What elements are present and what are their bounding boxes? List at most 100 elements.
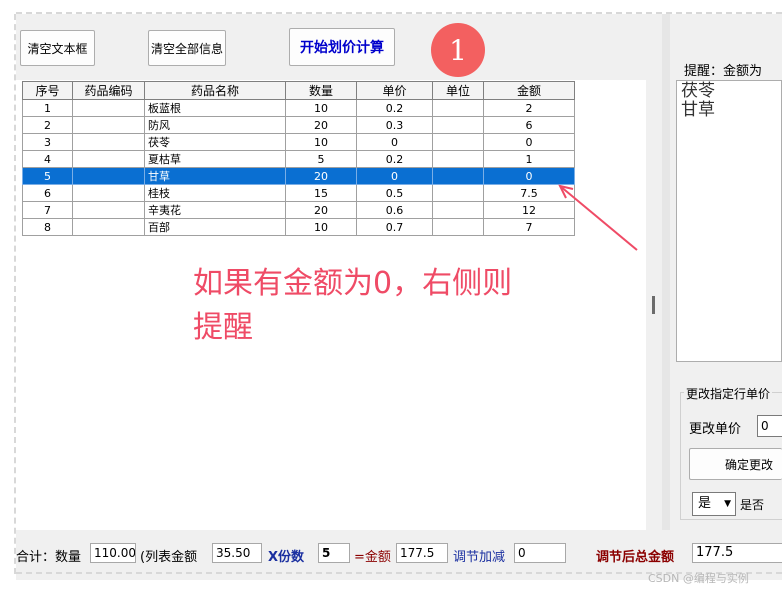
table-cell[interactable]: 桂枝 [144,184,286,202]
column-header[interactable]: 序号 [22,81,73,100]
grid-header-row: 序号 药品编码 药品名称 数量 单价 单位 金额 [22,81,575,100]
table-cell[interactable] [72,133,145,151]
panel-splitter[interactable] [662,14,670,530]
table-cell[interactable] [72,184,145,202]
yes-no-select[interactable]: 是 ▼ [692,492,736,516]
table-row[interactable]: 5 甘草 20 0 0 [22,167,575,185]
table-cell[interactable] [432,184,484,202]
table-cell[interactable]: 20 [285,167,357,185]
table-cell[interactable]: 0.2 [356,99,433,117]
table-cell[interactable]: 辛夷花 [144,201,286,219]
final-amount-field[interactable]: 177.5 [692,543,782,563]
table-cell[interactable]: 20 [285,116,357,134]
checkbox-label: 是否 [740,498,765,512]
table-cell[interactable]: 10 [285,218,357,236]
chevron-down-icon: ▼ [724,499,731,509]
column-header[interactable]: 药品编码 [72,81,145,100]
table-cell[interactable] [432,201,484,219]
table-cell[interactable] [432,133,484,151]
table-cell[interactable] [72,201,145,219]
table-cell[interactable]: 0.2 [356,150,433,168]
column-header[interactable]: 单位 [432,81,484,100]
change-price-label: 更改单价 [689,422,742,437]
table-cell[interactable] [72,167,145,185]
remind-textbox[interactable] [676,80,782,362]
splitter-grip[interactable] [652,296,655,314]
table-cell[interactable]: 7 [22,201,73,219]
remind-line: 茯苓 [681,81,715,101]
column-header[interactable]: 单价 [356,81,433,100]
table-cell[interactable]: 0.5 [356,184,433,202]
table-cell[interactable] [432,99,484,117]
copies-field[interactable]: 5 [318,543,350,563]
amount-label: =金额 [354,550,391,565]
table-cell[interactable]: 5 [285,150,357,168]
table-cell[interactable] [72,218,145,236]
table-cell[interactable]: 6 [483,116,575,134]
table-cell[interactable]: 0 [483,167,575,185]
table-cell[interactable]: 防风 [144,116,286,134]
table-row[interactable]: 2 防风 20 0.3 6 [22,116,575,134]
table-row[interactable]: 6 桂枝 15 0.5 7.5 [22,184,575,202]
table-cell[interactable]: 6 [22,184,73,202]
table-cell[interactable]: 百部 [144,218,286,236]
table-cell[interactable]: 1 [483,150,575,168]
column-header[interactable]: 数量 [285,81,357,100]
table-row[interactable]: 7 辛夷花 20 0.6 12 [22,201,575,219]
table-cell[interactable]: 3 [22,133,73,151]
table-cell[interactable]: 2 [22,116,73,134]
confirm-change-button[interactable]: 确定更改 [689,448,782,480]
table-cell[interactable]: 20 [285,201,357,219]
remind-content: 茯苓 甘草 [681,82,715,120]
list-amount-field[interactable]: 35.50 [212,543,262,563]
table-row[interactable]: 3 茯苓 10 0 0 [22,133,575,151]
amount-field[interactable]: 177.5 [396,543,448,563]
qty-field[interactable]: 110.00 [90,543,136,563]
adjust-label: 调节加减 [453,550,506,565]
table-cell[interactable] [432,150,484,168]
table-cell[interactable]: 0 [356,167,433,185]
table-cell[interactable] [72,99,145,117]
remind-label: 提醒：金额为 [684,64,763,79]
table-cell[interactable]: 甘草 [144,167,286,185]
table-cell[interactable]: 2 [483,99,575,117]
start-calc-button[interactable]: 开始划价计算 [289,28,395,66]
table-cell[interactable] [432,167,484,185]
table-cell[interactable]: 夏枯草 [144,150,286,168]
step-badge: 1 [431,23,485,77]
change-price-group-title: 更改指定行单价 [684,385,773,402]
table-cell[interactable]: 0.7 [356,218,433,236]
table-cell[interactable] [72,150,145,168]
change-price-input[interactable]: 0 [757,415,782,437]
table-cell[interactable]: 12 [483,201,575,219]
adjust-field[interactable]: 0 [514,543,566,563]
table-cell[interactable]: 7.5 [483,184,575,202]
select-value: 是 [698,496,712,511]
table-row[interactable]: 1 板蓝根 10 0.2 2 [22,99,575,117]
clear-textbox-button[interactable]: 清空文本框 [20,30,95,66]
table-row[interactable]: 8 百部 10 0.7 7 [22,218,575,236]
table-cell[interactable] [432,116,484,134]
table-cell[interactable]: 0.6 [356,201,433,219]
column-header[interactable]: 药品名称 [144,81,286,100]
table-cell[interactable]: 4 [22,150,73,168]
table-cell[interactable]: 0.3 [356,116,433,134]
column-header[interactable]: 金额 [483,81,575,100]
table-cell[interactable]: 1 [22,99,73,117]
table-cell[interactable]: 15 [285,184,357,202]
clear-all-button[interactable]: 清空全部信息 [148,30,226,66]
table-cell[interactable]: 5 [22,167,73,185]
table-cell[interactable]: 10 [285,99,357,117]
table-cell[interactable]: 0 [483,133,575,151]
table-cell[interactable]: 0 [356,133,433,151]
table-cell[interactable]: 8 [22,218,73,236]
table-cell[interactable]: 茯苓 [144,133,286,151]
annotation-line-1: 如果有金额为0，右侧则 [193,266,513,301]
table-cell[interactable]: 7 [483,218,575,236]
table-cell[interactable]: 板蓝根 [144,99,286,117]
table-cell[interactable] [72,116,145,134]
annotation-line-2: 提醒 [193,310,253,345]
table-cell[interactable]: 10 [285,133,357,151]
table-cell[interactable] [432,218,484,236]
table-row[interactable]: 4 夏枯草 5 0.2 1 [22,150,575,168]
